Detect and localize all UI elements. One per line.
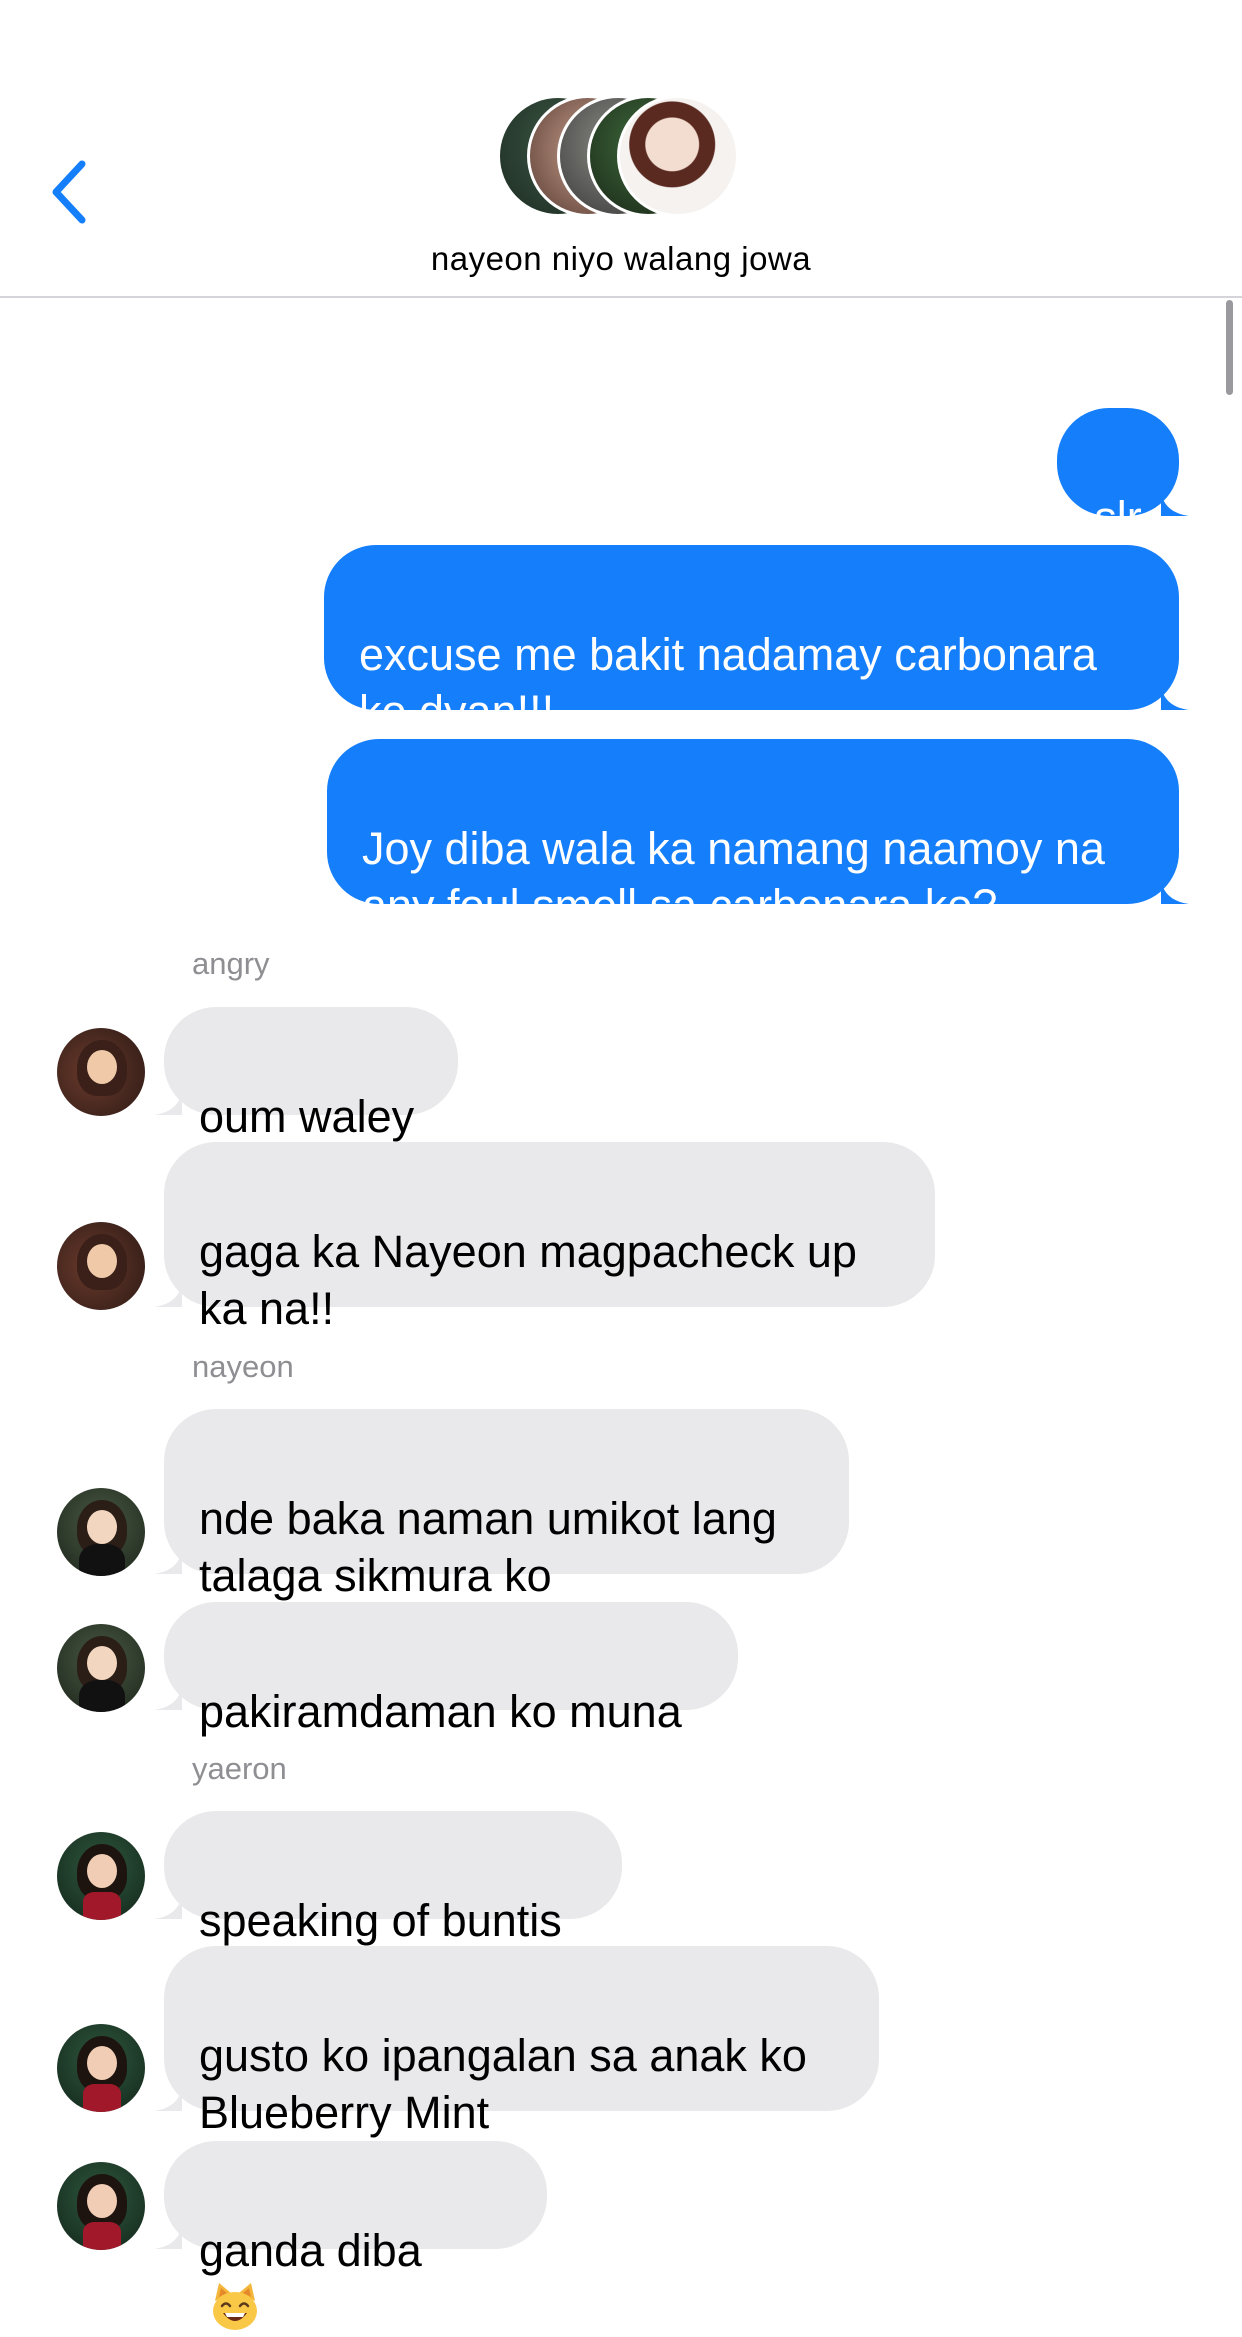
sender-avatar[interactable] <box>57 1488 145 1576</box>
bubble-tail <box>154 1688 182 1710</box>
outgoing-message[interactable]: excuse me bakit nadamay carbonara ko dya… <box>324 545 1189 737</box>
outgoing-message[interactable]: slr <box>1057 408 1189 543</box>
incoming-message[interactable]: gaga ka Nayeon magpacheck up ka na!! <box>154 1142 935 1334</box>
bubble-tail <box>154 1552 182 1574</box>
message-text: excuse me bakit nadamay carbonara ko dya… <box>359 629 1097 737</box>
message-text: slr <box>1094 492 1142 543</box>
bubble-tail <box>1161 688 1189 710</box>
group-avatar-stack[interactable] <box>497 95 747 220</box>
sender-avatar[interactable] <box>57 1832 145 1920</box>
bubble-tail <box>154 2089 182 2111</box>
sender-avatar[interactable] <box>57 1624 145 1712</box>
message-text: oum waley <box>199 1091 415 1142</box>
group-title[interactable]: nayeon niyo walang jowa <box>0 240 1242 278</box>
incoming-message[interactable]: ganda diba <box>154 2141 547 2331</box>
sender-avatar[interactable] <box>57 2162 145 2250</box>
message-text: gusto ko ipangalan sa anak ko Blueberry … <box>199 2030 807 2138</box>
back-button[interactable] <box>40 150 104 234</box>
sender-avatar[interactable] <box>57 1028 145 1116</box>
message-text: pakiramdaman ko muna <box>199 1686 682 1737</box>
message-text: nde baka naman umikot lang talaga sikmur… <box>199 1493 777 1601</box>
bubble-tail <box>1161 494 1189 516</box>
chevron-left-icon <box>52 160 86 224</box>
incoming-message[interactable]: speaking of buntis <box>154 1811 622 1946</box>
incoming-message[interactable]: pakiramdaman ko muna <box>154 1602 738 1737</box>
bubble-tail <box>154 1285 182 1307</box>
chat-header: nayeon niyo walang jowa <box>0 0 1242 298</box>
sender-avatar[interactable] <box>57 2024 145 2112</box>
sender-name: nayeon <box>192 1349 294 1384</box>
incoming-message[interactable]: oum waley <box>154 1007 458 1142</box>
bubble-tail <box>154 1093 182 1115</box>
scrollbar[interactable] <box>1226 300 1233 395</box>
message-text: ganda diba <box>199 2225 422 2276</box>
sender-name: angry <box>192 946 270 981</box>
smiling-cat-emoji-icon <box>213 2283 257 2331</box>
incoming-message[interactable]: nde baka naman umikot lang talaga sikmur… <box>154 1409 849 1601</box>
message-text: gaga ka Nayeon magpacheck up ka na!! <box>199 1226 857 1334</box>
outgoing-message[interactable]: Joy diba wala ka namang naamoy na any fo… <box>327 739 1189 931</box>
bubble-tail <box>1161 882 1189 904</box>
message-text: speaking of buntis <box>199 1895 562 1946</box>
message-text: Joy diba wala ka namang naamoy na any fo… <box>362 823 1105 931</box>
bubble-tail <box>154 2227 182 2249</box>
bubble-tail <box>154 1897 182 1919</box>
incoming-message[interactable]: gusto ko ipangalan sa anak ko Blueberry … <box>154 1946 879 2138</box>
group-member-avatar <box>617 95 739 217</box>
sender-name: yaeron <box>192 1751 287 1786</box>
sender-avatar[interactable] <box>57 1222 145 1310</box>
